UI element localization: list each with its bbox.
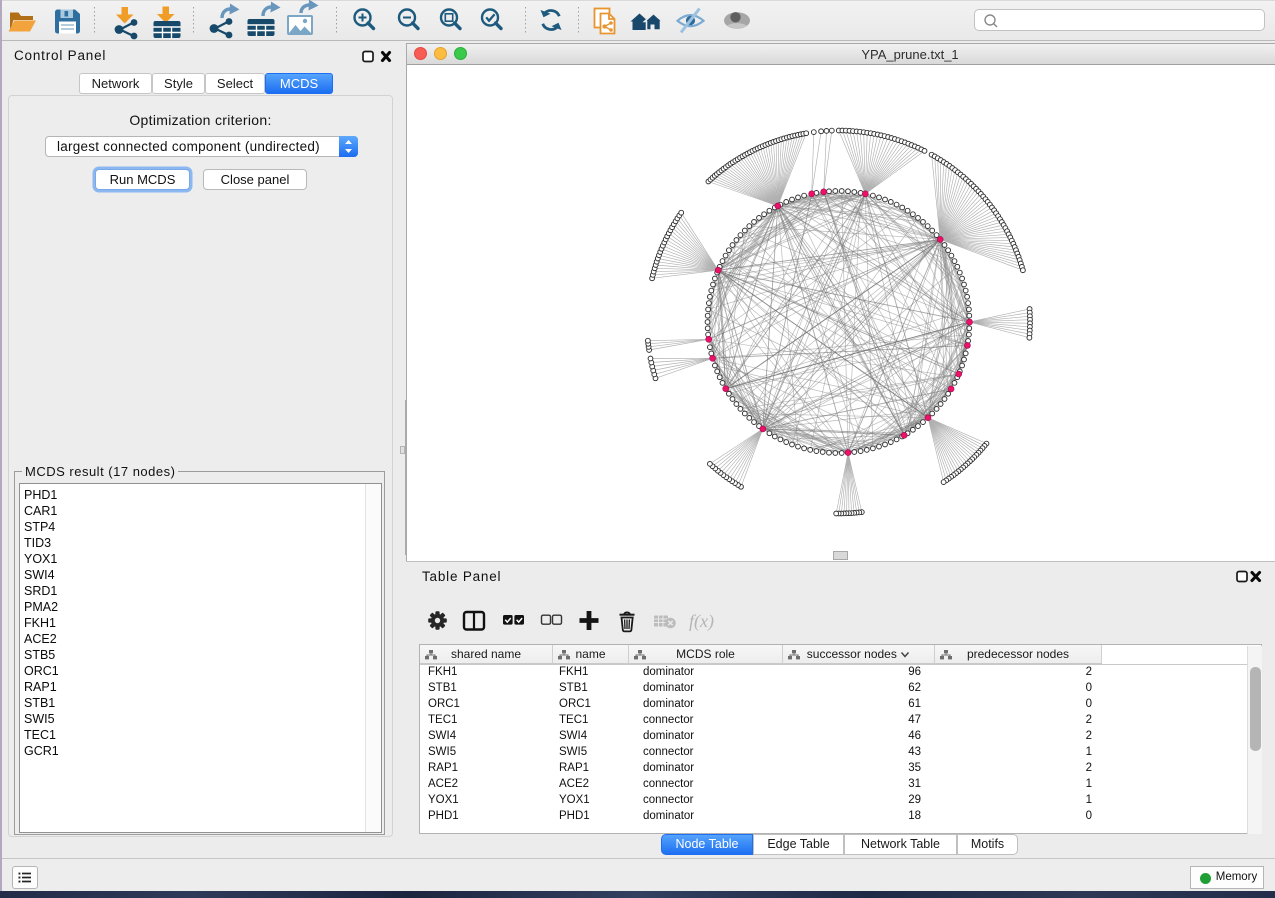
svg-text:f(x): f(x) — [689, 611, 714, 632]
